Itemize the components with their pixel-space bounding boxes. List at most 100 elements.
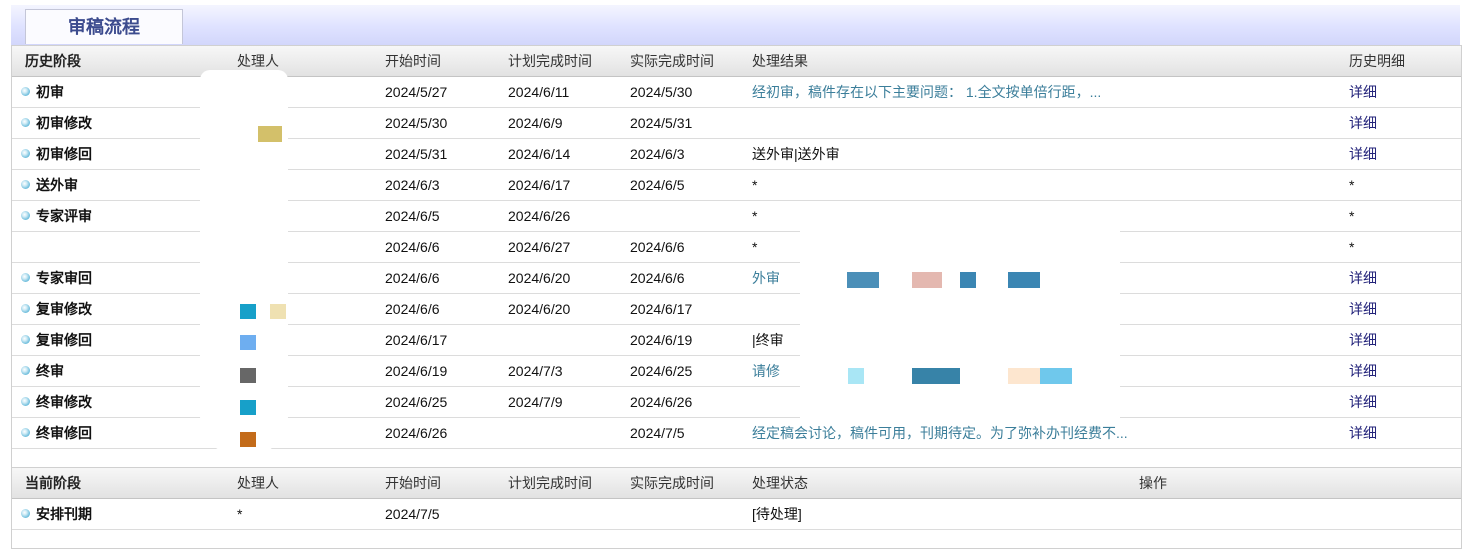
redaction-square: [1008, 272, 1040, 288]
planned-time: 2024/7/9: [508, 394, 563, 410]
redaction-square: [240, 400, 256, 415]
start-time: 2024/6/19: [385, 363, 448, 379]
stage-name: 复审修改: [36, 301, 92, 317]
bullet-icon: [21, 118, 30, 127]
detail-link[interactable]: 详细: [1349, 294, 1449, 324]
result-text: 送外审|送外审: [752, 146, 840, 162]
start-time: 2024/5/30: [385, 115, 448, 131]
redaction-square: [270, 304, 286, 319]
bullet-icon: [21, 87, 30, 96]
header-planned-time: 计划完成时间: [508, 475, 592, 491]
redaction-square: [912, 368, 960, 384]
header-handler: 处理人: [237, 475, 279, 491]
bullet-icon: [21, 397, 30, 406]
result-text[interactable]: 经定稿会讨论，稿件可用，刊期待定。为了弥补办刊经费不...: [752, 418, 1342, 448]
stage-name: 初审: [36, 84, 64, 100]
actual-time: 2024/6/3: [630, 146, 685, 162]
header-stage: 当前阶段: [25, 475, 81, 491]
detail-link[interactable]: 详细: [1349, 356, 1449, 386]
detail-link[interactable]: 详细: [1349, 77, 1449, 107]
header-result: 处理结果: [752, 53, 808, 69]
redaction-square: [240, 432, 256, 447]
stage-name: 终审: [36, 363, 64, 379]
redaction-square: [240, 335, 256, 350]
detail-text: *: [1349, 208, 1355, 224]
detail-link[interactable]: 详细: [1349, 325, 1449, 355]
start-time: 2024/5/31: [385, 146, 448, 162]
start-time: 2024/6/3: [385, 177, 440, 193]
stage-name: 初审修回: [36, 146, 92, 162]
bullet-icon: [21, 304, 30, 313]
stage-name: 复审修回: [36, 332, 92, 348]
actual-time: 2024/6/25: [630, 363, 693, 379]
header-actual-time: 实际完成时间: [630, 475, 714, 491]
redaction-square: [912, 272, 942, 288]
stage-name: 终审修回: [36, 425, 92, 441]
start-time: 2024/6/5: [385, 208, 440, 224]
detail-link[interactable]: 详细: [1349, 387, 1449, 417]
header-status: 处理状态: [752, 475, 808, 491]
detail-link[interactable]: 详细: [1349, 263, 1449, 293]
actual-time: 2024/5/30: [630, 84, 693, 100]
detail-link[interactable]: 详细: [1349, 108, 1449, 138]
result-text: *: [752, 177, 758, 193]
tab-review-process[interactable]: 审稿流程: [25, 9, 183, 44]
detail-text: *: [1349, 239, 1355, 255]
detail-text: *: [1349, 177, 1355, 193]
tab-bar: 审稿流程: [11, 5, 1460, 46]
start-time: 2024/6/25: [385, 394, 448, 410]
current-row: 安排刊期 * 2024/7/5 [待处理]: [12, 499, 1461, 530]
redaction-square: [240, 368, 256, 383]
bullet-icon: [21, 509, 30, 518]
result-text[interactable]: 经初审，稿件存在以下主要问题： 1.全文按单倍行距，...: [752, 77, 1342, 107]
stage-name: 终审修改: [36, 394, 92, 410]
redaction-result-area: [800, 218, 1120, 420]
actual-time: 2024/7/5: [630, 425, 685, 441]
header-planned-time: 计划完成时间: [508, 53, 592, 69]
start-time: 2024/6/6: [385, 270, 440, 286]
actual-time: 2024/5/31: [630, 115, 693, 131]
redaction-square: [960, 272, 976, 288]
start-time: 2024/6/6: [385, 239, 440, 255]
bullet-icon: [21, 335, 30, 344]
detail-link[interactable]: 详细: [1349, 139, 1449, 169]
stage-name: 初审修改: [36, 115, 92, 131]
current-stage-name: 安排刊期: [36, 506, 92, 522]
planned-time: 2024/7/3: [508, 363, 563, 379]
header-detail: 历史明细: [1349, 53, 1405, 69]
planned-time: 2024/6/11: [508, 84, 570, 100]
current-table: 当前阶段 处理人 开始时间 计划完成时间 实际完成时间 处理状态 操作 安排刊期 * 2024/…: [11, 467, 1462, 549]
planned-time: 2024/6/26: [508, 208, 571, 224]
actual-time: 2024/6/26: [630, 394, 693, 410]
redaction-square: [847, 272, 879, 288]
bullet-icon: [21, 273, 30, 282]
redaction-square: [1040, 368, 1072, 384]
start-time: 2024/6/17: [385, 332, 448, 348]
current-handler: *: [237, 506, 243, 522]
planned-time: 2024/6/27: [508, 239, 571, 255]
actual-time: 2024/6/5: [630, 177, 685, 193]
actual-time: 2024/6/6: [630, 270, 685, 286]
header-stage: 历史阶段: [25, 53, 81, 69]
actual-time: 2024/6/19: [630, 332, 693, 348]
header-operation: 操作: [1139, 475, 1167, 491]
redaction-square: [258, 126, 282, 142]
start-time: 2024/5/27: [385, 84, 448, 100]
bullet-icon: [21, 180, 30, 189]
stage-name: 专家审回: [36, 270, 92, 286]
redaction-square: [848, 368, 864, 384]
stage-name: 送外审: [36, 177, 78, 193]
detail-link[interactable]: 详细: [1349, 418, 1449, 448]
bullet-icon: [21, 366, 30, 375]
start-time: 2024/6/26: [385, 425, 448, 441]
stage-name: 专家评审: [36, 208, 92, 224]
planned-time: 2024/6/14: [508, 146, 571, 162]
planned-time: 2024/6/9: [508, 115, 563, 131]
start-time: 2024/6/6: [385, 301, 440, 317]
redaction-square: [1008, 368, 1040, 384]
header-start-time: 开始时间: [385, 475, 441, 491]
bullet-icon: [21, 149, 30, 158]
current-header-row: 当前阶段 处理人 开始时间 计划完成时间 实际完成时间 处理状态 操作: [12, 468, 1461, 499]
actual-time: 2024/6/17: [630, 301, 693, 317]
header-actual-time: 实际完成时间: [630, 53, 714, 69]
